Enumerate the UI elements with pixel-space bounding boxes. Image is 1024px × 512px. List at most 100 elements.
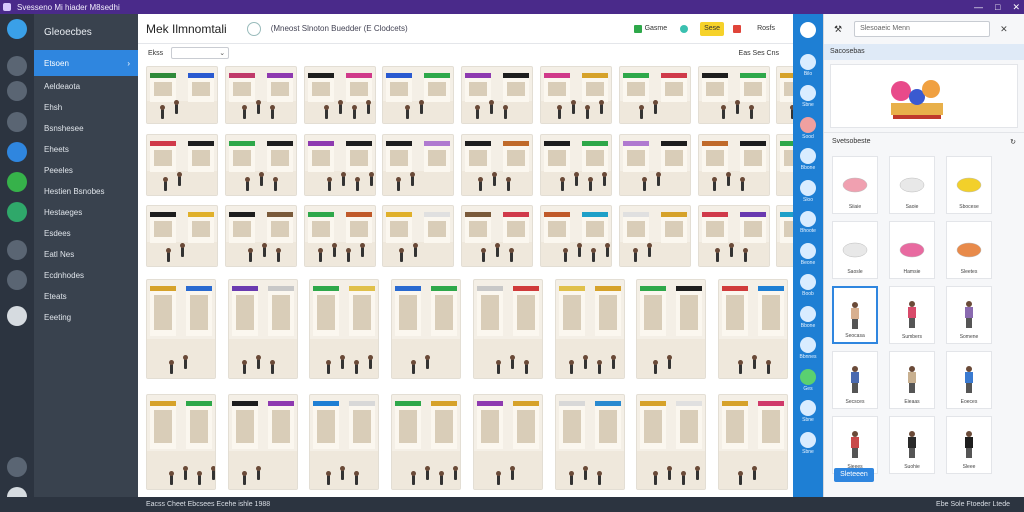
mall-thumbnail[interactable] [717, 394, 788, 490]
clock-icon[interactable] [7, 457, 27, 477]
mall-thumbnail[interactable] [382, 66, 455, 124]
chart-icon[interactable] [7, 81, 27, 101]
asset-tile[interactable]: Eoeces [946, 351, 992, 409]
sidebar-item-active[interactable]: Etsoen › [34, 50, 138, 76]
layers-icon[interactable] [800, 148, 816, 164]
sphere-icon[interactable] [800, 242, 816, 259]
asset-tile[interactable]: Saoie [889, 156, 935, 214]
doc-icon[interactable] [800, 431, 816, 448]
sidebar-item[interactable]: Eatl Nes [34, 244, 138, 265]
maximize-button[interactable]: □ [995, 2, 1000, 12]
mall-thumbnail[interactable] [472, 394, 543, 490]
mall-thumbnail[interactable] [309, 394, 380, 490]
mall-thumbnail[interactable] [303, 134, 376, 196]
mall-thumbnail[interactable] [554, 279, 625, 379]
mall-thumbnail[interactable] [618, 66, 691, 124]
grid-icon[interactable] [800, 274, 816, 290]
mall-thumbnail[interactable] [224, 134, 297, 196]
sidebar-item[interactable]: Eteats [34, 286, 138, 307]
mall-thumbnail[interactable] [697, 66, 770, 124]
mall-thumbnail[interactable] [382, 134, 455, 196]
circle-logo-icon[interactable] [800, 22, 816, 38]
header-badge[interactable]: Rosfs [753, 22, 779, 36]
filter-actions[interactable]: Eas Ses Cns [739, 50, 779, 57]
bubble-icon[interactable] [800, 305, 816, 322]
sidebar-item[interactable]: Peeeles [34, 160, 138, 181]
mall-thumbnail[interactable] [461, 134, 534, 196]
user-icon[interactable] [7, 270, 27, 290]
mall-thumbnail[interactable] [540, 66, 612, 124]
asset-tile[interactable]: Eieaas [889, 351, 935, 409]
mall-thumbnail[interactable] [461, 205, 534, 267]
mall-thumbnail[interactable] [309, 279, 380, 379]
window-icon[interactable] [800, 85, 816, 101]
mall-thumbnail[interactable] [146, 134, 218, 196]
mall-thumbnail[interactable] [227, 279, 298, 379]
asset-tile[interactable]: Sbocese [946, 156, 992, 214]
asset-tile[interactable]: Suohie [889, 416, 935, 474]
sidebar-item[interactable]: Hestaeges [34, 202, 138, 223]
cloud-icon[interactable] [7, 306, 27, 326]
globe-icon[interactable] [7, 202, 27, 222]
mall-thumbnail[interactable] [146, 279, 216, 379]
table-icon[interactable] [800, 337, 816, 353]
search-input[interactable]: Slesoaeic Menn [854, 21, 991, 37]
mall-thumbnail[interactable] [382, 205, 455, 267]
mall-thumbnail[interactable] [303, 66, 376, 124]
mall-thumbnail[interactable] [618, 205, 691, 267]
asset-tile[interactable]: Secsces [832, 351, 878, 409]
minimize-button[interactable]: — [974, 2, 983, 12]
eye-icon[interactable] [7, 142, 27, 162]
header-badge[interactable] [729, 22, 749, 36]
sidebar-item[interactable]: Esdees [34, 223, 138, 244]
close-button[interactable]: ✕ [1012, 2, 1020, 13]
asset-tile[interactable]: Sieees [832, 416, 878, 474]
mall-thumbnail[interactable] [636, 394, 707, 490]
info-button[interactable] [246, 21, 261, 36]
tools-icon[interactable]: ⚒ [834, 24, 842, 35]
mall-thumbnail[interactable] [303, 205, 376, 267]
mall-thumbnail[interactable] [472, 279, 543, 379]
mall-thumbnail[interactable] [636, 279, 707, 379]
sidebar-item[interactable]: Eeeting [34, 307, 138, 328]
chat-icon[interactable] [800, 400, 816, 416]
asset-tile[interactable]: Somene [946, 286, 992, 344]
filter-dropdown[interactable]: ⌄ [171, 47, 230, 59]
asset-tile[interactable]: Saosle [832, 221, 878, 279]
mall-thumbnail[interactable] [146, 205, 218, 267]
mall-thumbnail[interactable] [717, 279, 788, 379]
mall-thumbnail[interactable] [146, 394, 216, 490]
sidebar-item[interactable]: Eheets [34, 139, 138, 160]
mall-thumbnail[interactable] [618, 134, 691, 196]
mall-thumbnail[interactable] [391, 279, 462, 379]
sidebar-item[interactable]: Ecdnhodes [34, 265, 138, 286]
mall-thumbnail[interactable] [540, 134, 612, 196]
asset-tile[interactable]: Sleee [946, 416, 992, 474]
grid-icon[interactable] [7, 56, 27, 76]
bolt-icon[interactable] [800, 179, 816, 196]
cube-icon[interactable] [800, 211, 816, 227]
mall-thumbnail[interactable] [697, 134, 770, 196]
asset-tile[interactable]: Siiaie [832, 156, 878, 214]
asset-tile[interactable]: Sleetes [946, 221, 992, 279]
apply-button[interactable]: Sleteeen [834, 468, 874, 482]
mall-thumbnail[interactable] [461, 66, 534, 124]
asset-tile[interactable]: Seocasa [832, 286, 878, 344]
header-badge[interactable] [676, 22, 696, 36]
asset-tile[interactable]: Sumbers [889, 286, 935, 344]
record-icon[interactable] [800, 116, 816, 133]
refresh-icon[interactable]: ↻ [1010, 138, 1016, 146]
mall-thumbnail[interactable] [391, 394, 462, 490]
sidebar-item[interactable]: Hestien Bsnobes [34, 181, 138, 202]
header-badge[interactable]: Sese [700, 22, 725, 36]
mall-thumbnail[interactable] [540, 205, 612, 267]
mall-thumbnail[interactable] [224, 66, 297, 124]
leaf-icon[interactable] [800, 368, 816, 385]
mall-thumbnail[interactable] [146, 66, 218, 124]
sidebar-item[interactable]: Bsnshesee [34, 118, 138, 139]
leaf-icon[interactable] [7, 172, 27, 192]
box-icon[interactable] [800, 53, 816, 70]
camera-icon[interactable] [7, 112, 27, 132]
mall-thumbnail[interactable] [227, 394, 298, 490]
mall-thumbnail[interactable] [554, 394, 625, 490]
